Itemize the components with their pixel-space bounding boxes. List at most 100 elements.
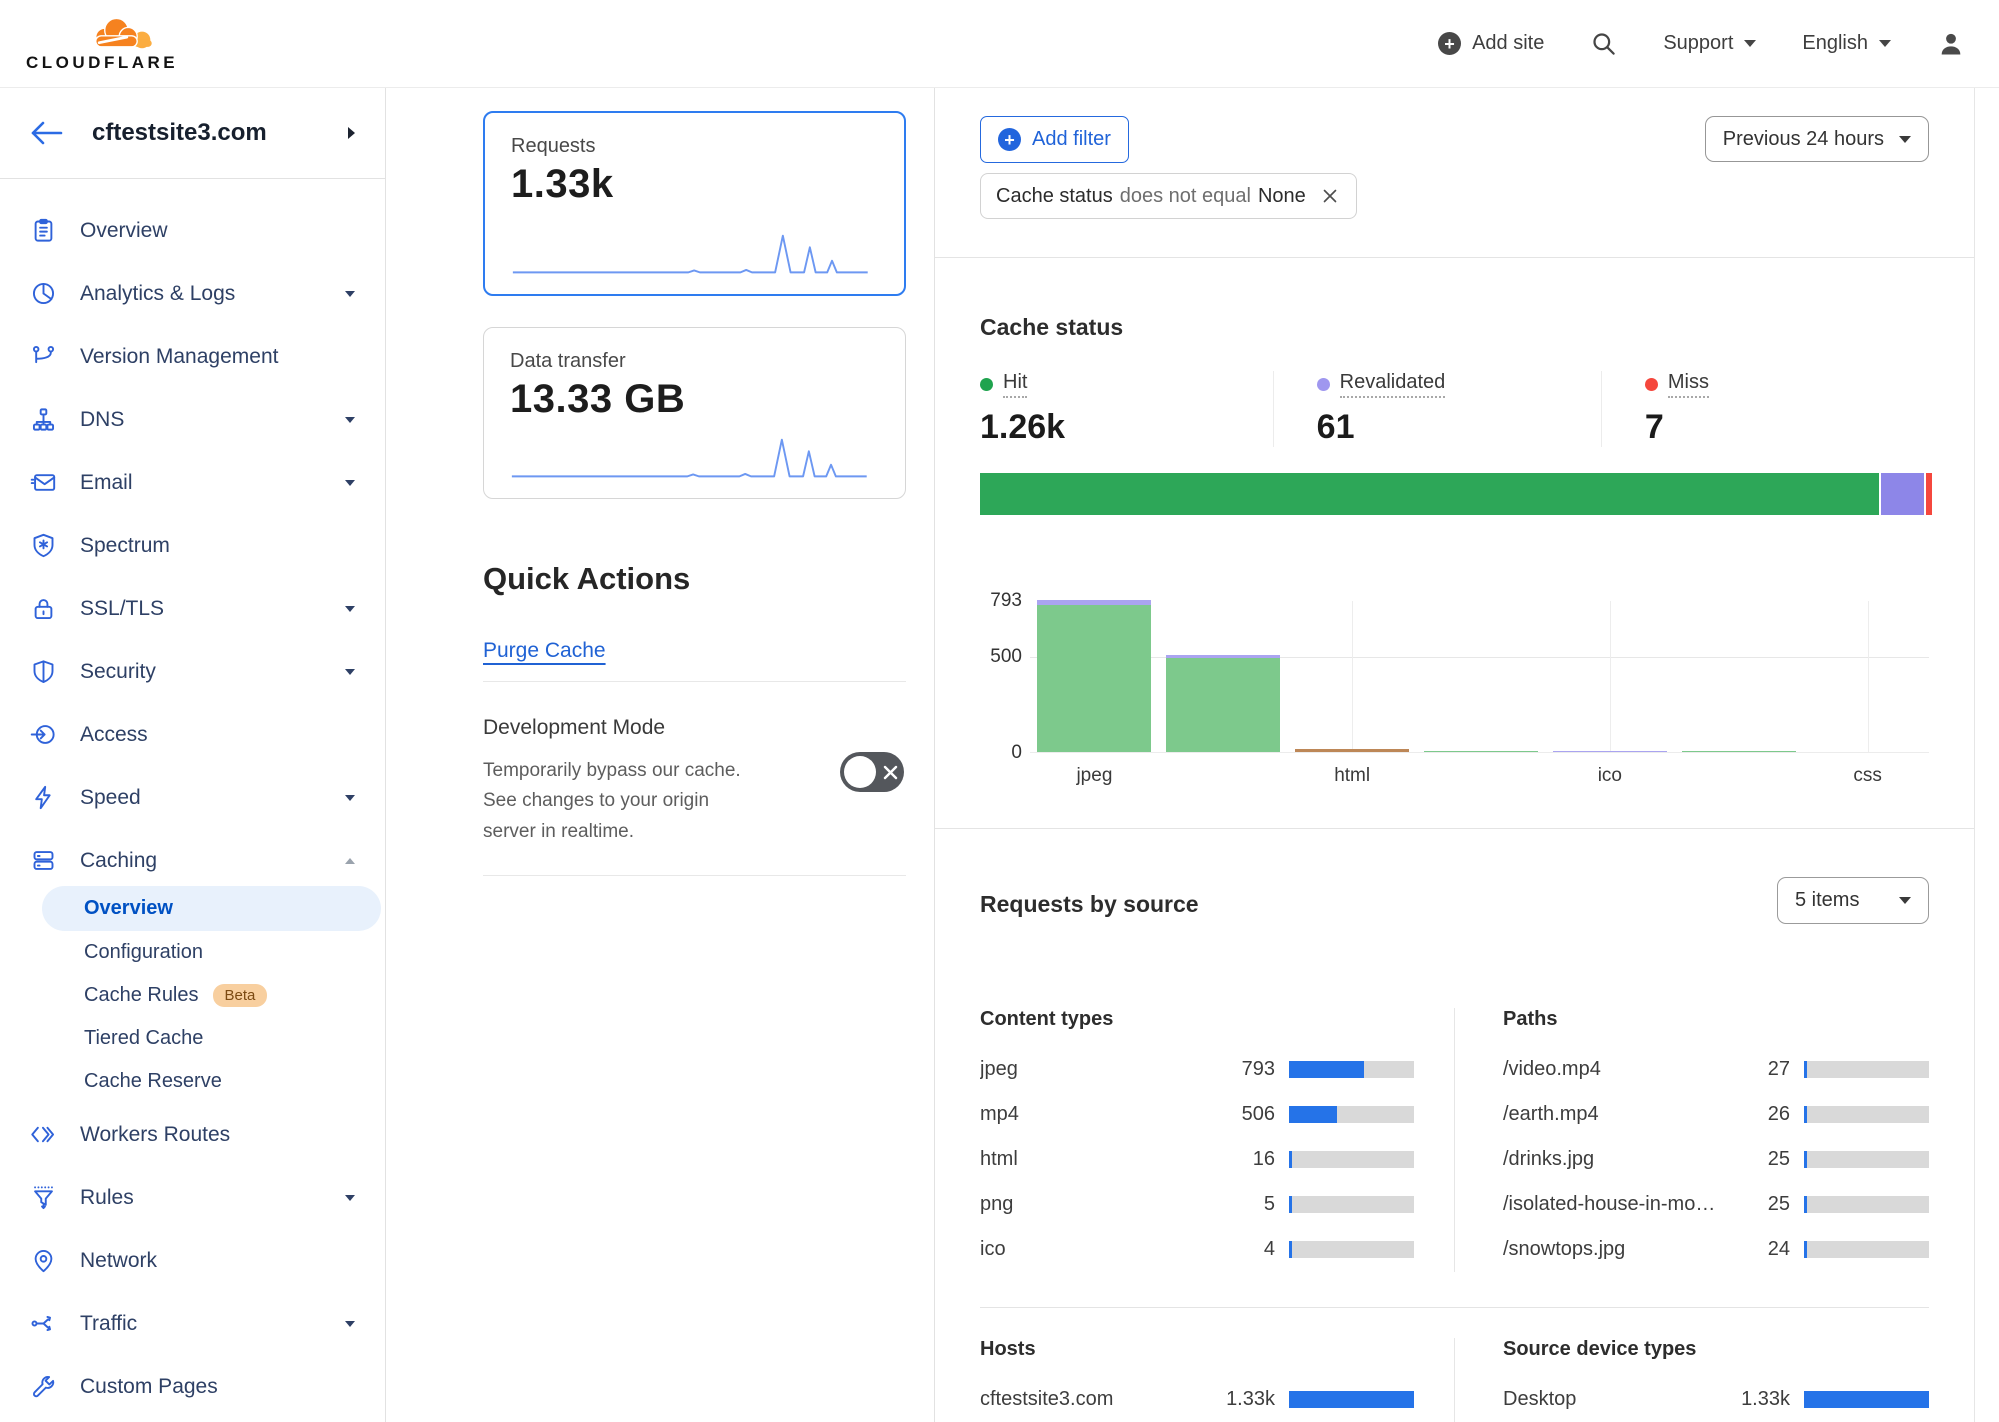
filter-value: None (1258, 185, 1306, 208)
list-row-label: Desktop (1503, 1388, 1734, 1411)
language-menu[interactable]: English (1802, 32, 1891, 55)
list-row-value: 16 (1219, 1148, 1275, 1171)
dns-tree-icon (30, 406, 57, 433)
list-row-snowtops-jpg[interactable]: /snowtops.jpg24 (1503, 1227, 1929, 1272)
lightning-icon (30, 784, 57, 811)
cache-stat-label[interactable]: Hit (1003, 371, 1027, 398)
sidebar-item-analytics-logs[interactable]: Analytics & Logs (0, 262, 385, 325)
development-mode-section: Development Mode Temporarily bypass our … (483, 716, 906, 876)
site-header: cftestsite3.com (0, 88, 385, 179)
list-row-bar (1804, 1106, 1929, 1123)
support-menu[interactable]: Support (1663, 32, 1756, 55)
list-row-bar-fill (1804, 1196, 1807, 1213)
list-row-bar (1289, 1241, 1414, 1258)
envelope-icon (30, 469, 57, 496)
development-mode-toggle[interactable] (840, 752, 904, 792)
sidebar-item-label: Access (80, 723, 148, 747)
list-row-earth-mp4[interactable]: /earth.mp426 (1503, 1092, 1929, 1137)
purge-cache-link[interactable]: Purge Cache (483, 639, 606, 663)
bar-segment-other (1295, 749, 1409, 752)
list-row-bar-fill (1289, 1061, 1364, 1078)
chart-bar-jpeg[interactable] (1037, 600, 1151, 752)
sidebar-item-workers-routes[interactable]: Workers Routes (0, 1103, 385, 1166)
clipboard-icon (30, 217, 57, 244)
list-row-value: 27 (1734, 1058, 1790, 1081)
chevron-up-icon (345, 858, 355, 864)
chart-bar-html[interactable] (1295, 749, 1409, 752)
list-row-desktop[interactable]: Desktop1.33k (1503, 1377, 1929, 1422)
column-title: Content types (980, 1008, 1414, 1031)
list-row-ico[interactable]: ico4 (980, 1227, 1414, 1272)
traffic-split-icon (30, 1310, 57, 1337)
list-row-label: ico (980, 1238, 1219, 1261)
list-row-video-mp4[interactable]: /video.mp427 (1503, 1047, 1929, 1092)
time-range-selector[interactable]: Previous 24 hours (1705, 116, 1929, 162)
list-row-isolated-house-in-mo[interactable]: /isolated-house-in-mo…25 (1503, 1182, 1929, 1227)
sidebar-item-version-management[interactable]: Version Management (0, 325, 385, 388)
metric-value: 13.33 GB (510, 377, 879, 422)
sidebar-item-dns[interactable]: DNS (0, 388, 385, 451)
cache-stat-label[interactable]: Miss (1668, 371, 1709, 398)
chart-bar-mp4[interactable] (1166, 655, 1280, 752)
list-row-bar (1804, 1151, 1929, 1168)
list-row-png[interactable]: png5 (980, 1182, 1414, 1227)
sidebar-item-custom-pages[interactable]: Custom Pages (0, 1355, 385, 1418)
list-row-bar (1804, 1241, 1929, 1258)
sidebar-item-overview[interactable]: Overview (0, 199, 385, 262)
x-tick-label: css (1853, 765, 1882, 787)
sidebar-subitem-overview[interactable]: Overview (42, 886, 381, 931)
sidebar-item-network[interactable]: Network (0, 1229, 385, 1292)
sidebar-item-label: Email (80, 471, 133, 495)
sidebar-item-label: Version Management (80, 345, 278, 369)
sidebar-item-rules[interactable]: Rules (0, 1166, 385, 1229)
remove-filter-icon[interactable] (1319, 185, 1341, 207)
chevron-down-icon (345, 669, 355, 675)
list-row-html[interactable]: html16 (980, 1137, 1414, 1182)
sidebar-item-label: Rules (80, 1186, 134, 1210)
sidebar-item-traffic[interactable]: Traffic (0, 1292, 385, 1355)
cache-stat-revalidated: Revalidated61 (1273, 371, 1601, 447)
user-account-icon[interactable] (1937, 30, 1965, 58)
column-title: Hosts (980, 1338, 1414, 1361)
sidebar-item-email[interactable]: Email (0, 451, 385, 514)
items-count-selector[interactable]: 5 items (1777, 877, 1929, 924)
chart-bar-png[interactable] (1424, 751, 1538, 753)
site-name: cftestsite3.com (92, 119, 267, 147)
sidebar-subitem-tiered-cache[interactable]: Tiered Cache (0, 1017, 385, 1060)
cache-stat-label[interactable]: Revalidated (1340, 371, 1446, 398)
add-site-button[interactable]: + Add site (1438, 32, 1544, 55)
sidebar-item-access[interactable]: Access (0, 703, 385, 766)
cloudflare-cloud-icon (84, 15, 160, 51)
sidebar-subitem-cache-rules[interactable]: Cache RulesBeta (0, 974, 385, 1017)
header-actions: + Add site Support English (1438, 30, 1973, 58)
sidebar-item-label: Overview (80, 219, 168, 243)
list-row-mp4[interactable]: mp4506 (980, 1092, 1414, 1137)
sidebar-item-label: Analytics & Logs (80, 282, 235, 306)
bar-segment-hit (1424, 751, 1538, 753)
search-icon[interactable] (1590, 30, 1617, 57)
chevron-right-icon[interactable] (348, 127, 355, 139)
requests-metric-card[interactable]: Requests 1.33k (483, 111, 906, 296)
sidebar-item-spectrum[interactable]: Spectrum (0, 514, 385, 577)
filter-bar: + Add filter Cache status does not equal… (935, 88, 1974, 257)
list-row-label: /video.mp4 (1503, 1058, 1734, 1081)
sidebar-subitem-configuration[interactable]: Configuration (0, 931, 385, 974)
list-row-cftestsite3-com[interactable]: cftestsite3.com1.33k (980, 1377, 1414, 1422)
chevron-down-icon (1899, 136, 1911, 143)
sidebar-item-caching[interactable]: Caching (0, 829, 385, 892)
data-transfer-metric-card[interactable]: Data transfer 13.33 GB (483, 327, 906, 499)
list-row-value: 24 (1734, 1238, 1790, 1261)
add-filter-button[interactable]: + Add filter (980, 116, 1129, 163)
sidebar-item-security[interactable]: Security (0, 640, 385, 703)
sidebar-subitem-cache-reserve[interactable]: Cache Reserve (0, 1060, 385, 1103)
list-row-jpeg[interactable]: jpeg793 (980, 1047, 1414, 1092)
chart-bar-ico[interactable] (1553, 751, 1667, 753)
sidebar-item-speed[interactable]: Speed (0, 766, 385, 829)
list-row-drinks-jpg[interactable]: /drinks.jpg25 (1503, 1137, 1929, 1182)
back-arrow-icon[interactable] (30, 120, 64, 146)
filter-pill-cache-status[interactable]: Cache status does not equal None (980, 173, 1357, 219)
chart-bar-slot5[interactable] (1682, 751, 1796, 753)
data-transfer-sparkline (508, 432, 871, 486)
x-tick-label: jpeg (1076, 765, 1112, 787)
sidebar-item-ssl-tls[interactable]: SSL/TLS (0, 577, 385, 640)
